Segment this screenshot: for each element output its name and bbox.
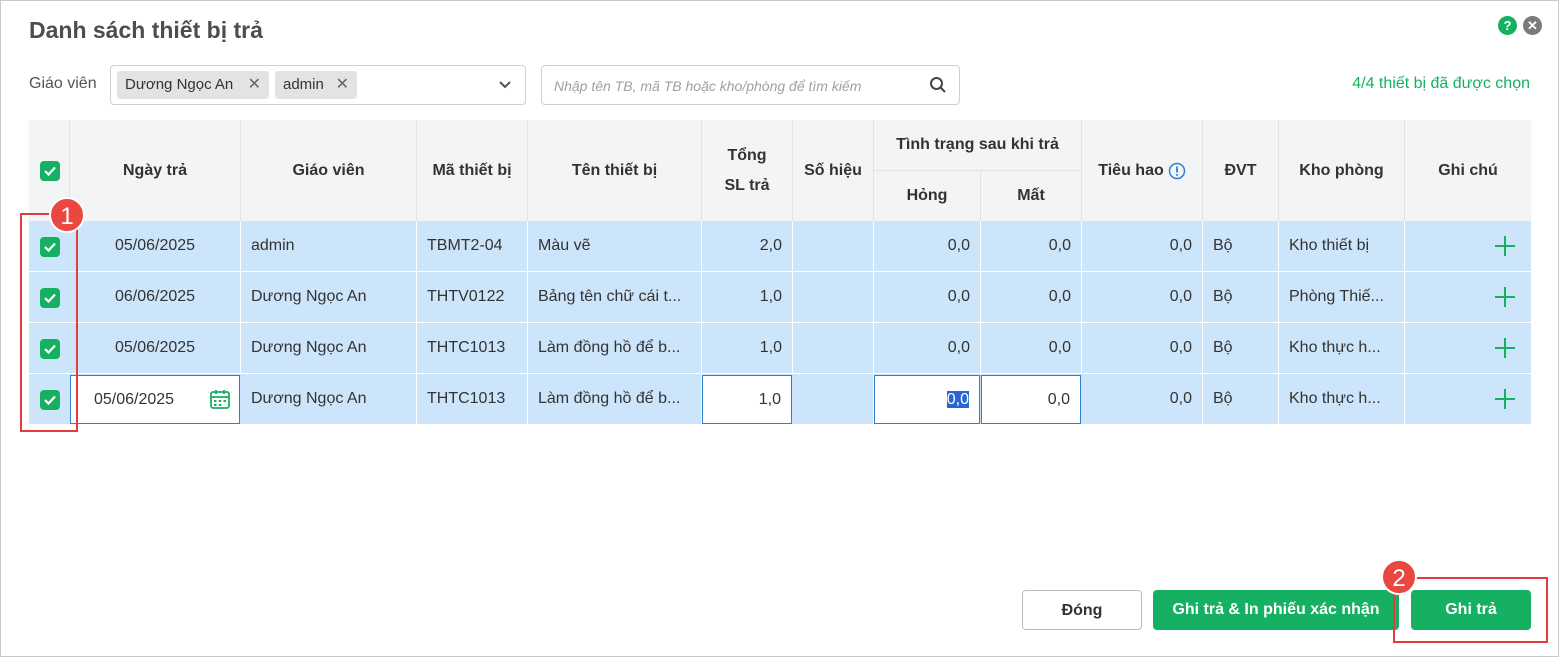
cell-damaged[interactable]: 0,0 [874, 221, 981, 271]
cell-device-code: THTC1013 [417, 374, 528, 424]
cell-device-code: THTC1013 [417, 323, 528, 373]
annotation-badge: 1 [49, 197, 85, 233]
add-note-icon[interactable] [1494, 286, 1516, 308]
cell-damaged[interactable]: 0,0 [874, 272, 981, 322]
damaged-input-value: 0,0 [946, 391, 969, 408]
col-lost[interactable]: Mất [981, 170, 1082, 221]
col-return-date[interactable]: Ngày trả [70, 120, 241, 221]
cell-unit: Bộ [1203, 374, 1279, 424]
cell-damaged[interactable]: 0,0 [874, 323, 981, 373]
cell-unit: Bộ [1203, 323, 1279, 373]
cell-lost[interactable]: 0,0 [981, 323, 1082, 373]
teacher-chip-label: admin [283, 76, 324, 93]
cell-unit: Bộ [1203, 272, 1279, 322]
col-consumed-label: Tiêu hao [1098, 161, 1164, 179]
cell-total-qty[interactable]: 1,0 [702, 272, 793, 322]
col-device-code[interactable]: Mã thiết bị [417, 120, 528, 221]
annotation-highlight-save [1393, 577, 1548, 643]
col-total-qty[interactable]: Tổng SL trả [702, 120, 793, 221]
cell-device-name: Làm đồng hồ để b... [528, 374, 702, 424]
cell-teacher: admin [241, 221, 417, 271]
cell-date[interactable]: 05/06/2025 [70, 221, 241, 271]
add-note-icon[interactable] [1494, 337, 1516, 359]
cell-serial[interactable] [793, 272, 874, 322]
cell-device-code: THTV0122 [417, 272, 528, 322]
teacher-chip: Dương Ngọc An ✕ [117, 71, 269, 99]
col-status-group: Tình trạng sau khi trả [874, 120, 1082, 170]
cell-consumed: 0,0 [1082, 323, 1203, 373]
header-divider [874, 170, 1082, 171]
selected-count-text: 4/4 thiết bị đã được chọn [1352, 75, 1530, 92]
col-warehouse[interactable]: Kho phòng [1279, 120, 1405, 221]
cell-lost[interactable]: 0,0 [981, 272, 1082, 322]
select-all-checkbox[interactable] [40, 161, 60, 181]
cell-device-name: Màu vẽ [528, 221, 702, 271]
cell-total-qty[interactable]: 2,0 [702, 221, 793, 271]
cell-date[interactable]: 06/06/2025 [70, 272, 241, 322]
search-icon[interactable] [929, 76, 947, 94]
damaged-input[interactable]: 0,0 [874, 375, 980, 424]
cell-total-qty[interactable]: 1,0 [702, 323, 793, 373]
col-teacher[interactable]: Giáo viên [241, 120, 417, 221]
cell-lost[interactable]: 0,0 [981, 221, 1082, 271]
table-row[interactable]: 05/06/2025 Dương Ngọc An THTC1013 Làm đồ… [29, 323, 1531, 374]
total-qty-input[interactable]: 1,0 [702, 375, 792, 424]
cell-warehouse: Kho thiết bị [1279, 221, 1405, 271]
calendar-icon[interactable] [209, 388, 231, 410]
close-button[interactable]: Đóng [1022, 590, 1142, 630]
chevron-down-icon[interactable] [497, 76, 513, 92]
check-icon [44, 166, 56, 177]
date-picker-input[interactable]: 05/06/2025 [70, 375, 240, 424]
cell-date[interactable]: 05/06/2025 [70, 323, 241, 373]
cell-consumed: 0,0 [1082, 272, 1203, 322]
cell-warehouse: Kho thực h... [1279, 323, 1405, 373]
cell-teacher: Dương Ngọc An [241, 374, 417, 424]
question-circle-icon[interactable]: ? [1498, 16, 1517, 35]
cell-warehouse: Phòng Thiế... [1279, 272, 1405, 322]
search-input[interactable] [554, 75, 904, 97]
cell-device-name: Bảng tên chữ cái t... [528, 272, 702, 322]
col-consumed[interactable]: Tiêu hao [1082, 120, 1203, 221]
cell-warehouse: Kho thực h... [1279, 374, 1405, 424]
remove-chip-icon[interactable]: ✕ [248, 71, 261, 99]
teacher-chip: admin ✕ [275, 71, 357, 99]
cell-consumed: 0,0 [1082, 221, 1203, 271]
add-note-icon[interactable] [1494, 235, 1516, 257]
teacher-multiselect[interactable]: Dương Ngọc An ✕ admin ✕ [110, 65, 526, 105]
cell-unit: Bộ [1203, 221, 1279, 271]
col-device-name[interactable]: Tên thiết bị [528, 120, 702, 221]
save-and-print-button[interactable]: Ghi trả & In phiếu xác nhận [1153, 590, 1399, 630]
cell-consumed: 0,0 [1082, 374, 1203, 424]
lost-input[interactable]: 0,0 [981, 375, 1081, 424]
date-picker-value: 05/06/2025 [94, 391, 175, 408]
dialog-title: Danh sách thiết bị trả [29, 17, 263, 43]
teacher-filter-label: Giáo viên [29, 75, 97, 92]
col-note[interactable]: Ghi chú [1405, 120, 1531, 221]
col-damaged[interactable]: Hỏng [874, 170, 981, 221]
annotation-badge: 2 [1381, 559, 1417, 595]
close-circle-icon[interactable]: ✕ [1523, 16, 1542, 35]
cell-serial[interactable] [793, 323, 874, 373]
annotation-highlight-checkboxes [20, 213, 78, 432]
remove-chip-icon[interactable]: ✕ [336, 71, 349, 99]
cell-teacher: Dương Ngọc An [241, 323, 417, 373]
table-row[interactable]: 05/06/2025 Dương Ngọc An THTC1013 Làm đồ… [29, 374, 1531, 425]
add-note-icon[interactable] [1494, 388, 1516, 410]
table-row[interactable]: 05/06/2025 admin TBMT2-04 Màu vẽ 2,0 0,0… [29, 221, 1531, 272]
info-icon[interactable] [1168, 162, 1186, 180]
cell-teacher: Dương Ngọc An [241, 272, 417, 322]
col-serial[interactable]: Số hiệu [793, 120, 874, 221]
return-devices-dialog: Danh sách thiết bị trả ? ✕ Giáo viên Dươ… [0, 0, 1559, 657]
col-unit[interactable]: ĐVT [1203, 120, 1279, 221]
search-field[interactable] [541, 65, 960, 105]
teacher-chip-label: Dương Ngọc An [125, 76, 234, 93]
cell-serial[interactable] [793, 221, 874, 271]
cell-device-code: TBMT2-04 [417, 221, 528, 271]
table-header: Ngày trả Giáo viên Mã thiết bị Tên thiết… [29, 120, 1531, 221]
table-row[interactable]: 06/06/2025 Dương Ngọc An THTV0122 Bảng t… [29, 272, 1531, 323]
cell-device-name: Làm đồng hồ để b... [528, 323, 702, 373]
cell-serial[interactable] [793, 374, 874, 424]
